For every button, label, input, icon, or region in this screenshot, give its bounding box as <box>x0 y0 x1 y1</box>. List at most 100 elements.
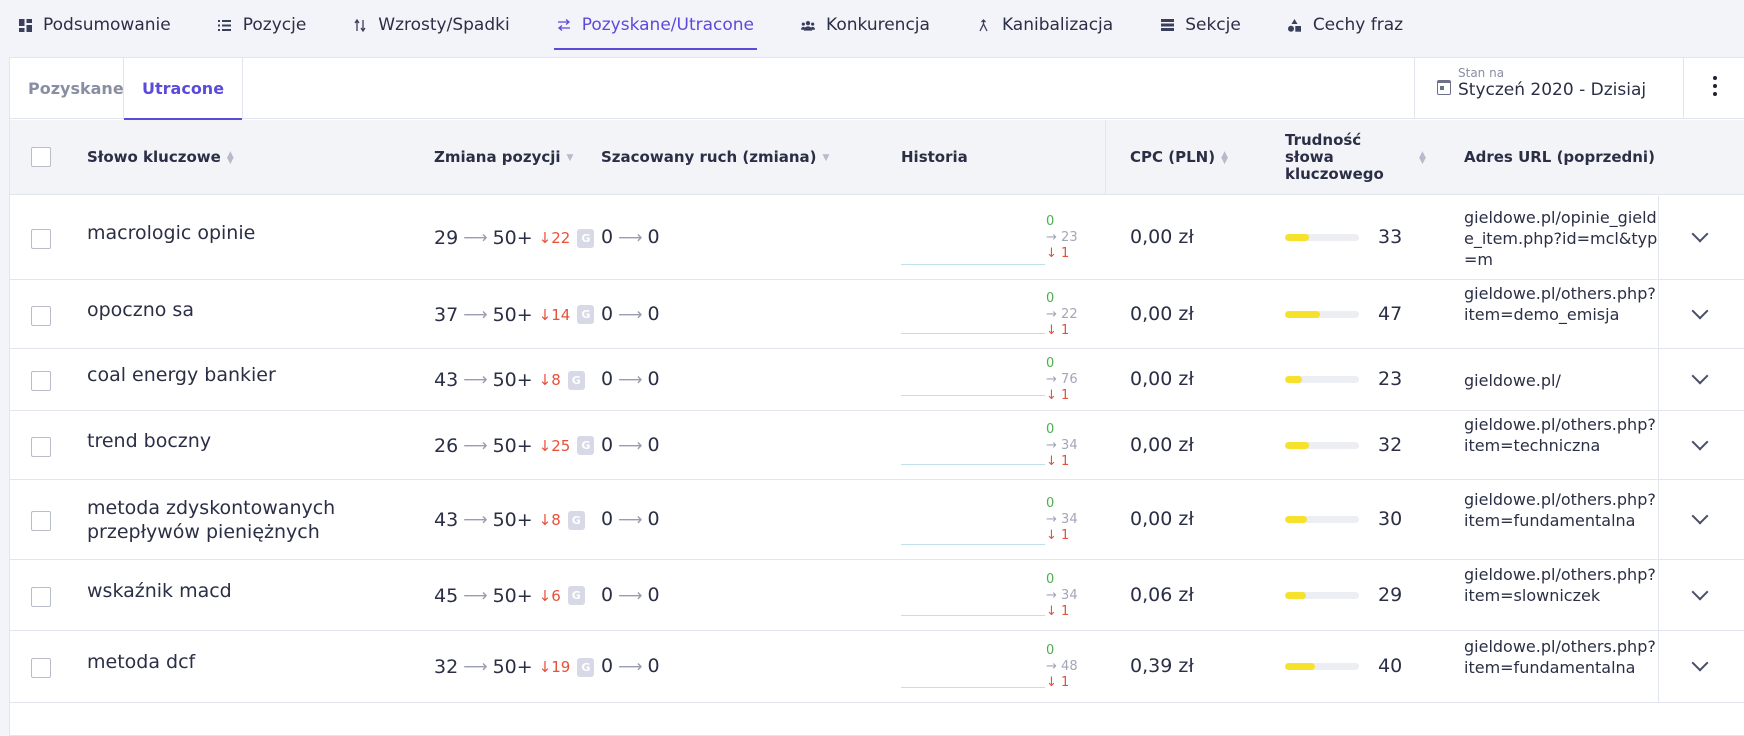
nav-tab-podsumowanie[interactable]: Podsumowanie <box>15 0 174 50</box>
previous-url[interactable]: gieldowe.pl/opinie_gielde_item.php?id=mc… <box>1464 207 1659 270</box>
nav-tab-konkurencja[interactable]: Konkurencja <box>798 0 933 50</box>
history-lost: ↓ 1 <box>1046 323 1078 339</box>
expand-cell[interactable] <box>1658 480 1744 559</box>
difficulty-bar <box>1285 234 1359 241</box>
history-lost: ↓ 1 <box>1046 675 1078 691</box>
row-checkbox[interactable] <box>31 511 51 531</box>
chevron-down-icon[interactable] <box>1691 302 1709 319</box>
chevron-down-icon[interactable] <box>1691 433 1709 450</box>
difficulty-bar <box>1285 441 1359 449</box>
table-row[interactable]: macrologic opinie 29 ⟶ 50+ ↓22 G 0 ⟶ 0 0 → 23 ↓ 1 0,… <box>10 196 1744 280</box>
nav-tab-label: Cechy fraz <box>1312 15 1404 35</box>
previous-url[interactable]: gieldowe.pl/others.php?item=fundamentaln… <box>1464 489 1659 552</box>
position-from: 43 <box>434 509 459 531</box>
position-change: 37 ⟶ 50+ ↓14 G <box>434 303 595 327</box>
history-lost-value: 1 <box>1061 675 1070 690</box>
google-badge-icon: G <box>567 586 585 605</box>
expand-cell[interactable] <box>1658 349 1744 410</box>
history-sparkline[interactable] <box>901 615 1045 616</box>
expand-cell[interactable] <box>1658 631 1744 702</box>
row-checkbox[interactable] <box>31 371 51 391</box>
column-header-keyword[interactable]: Słowo kluczowe ▲ ▼ <box>87 120 235 195</box>
table-row[interactable]: wskaźnik macd 45 ⟶ 50+ ↓6 G 0 ⟶ 0 0 → 34 ↓ 1 0,06 zł… <box>10 560 1744 631</box>
chevron-down-icon[interactable] <box>1691 654 1709 672</box>
arrow-right-small-icon: → <box>1046 659 1057 674</box>
history-sparkline[interactable] <box>901 395 1045 396</box>
nav-tab-sekcje[interactable]: Sekcje <box>1157 0 1244 50</box>
chevron-down-icon[interactable] <box>1691 225 1709 243</box>
column-header-traffic[interactable]: Szacowany ruch (zmiana) ▼ <box>601 120 831 195</box>
chevron-down-icon[interactable] <box>1691 583 1709 600</box>
select-all-checkbox[interactable] <box>31 147 51 167</box>
row-checkbox[interactable] <box>31 586 51 607</box>
cpc-value: 0,00 zł <box>1130 368 1194 390</box>
traffic-change: 0 ⟶ 0 <box>601 226 660 248</box>
subtab-bar: Pozyskane Utracone Stan na Styczeń 2020 … <box>10 58 1744 120</box>
nav-tab-pozyskane-utracone[interactable]: Pozyskane/Utracone <box>553 0 758 50</box>
previous-url[interactable]: gieldowe.pl/others.php?item=slowniczek <box>1464 564 1659 627</box>
expand-cell[interactable] <box>1658 411 1744 479</box>
previous-url[interactable]: gieldowe.pl/ <box>1464 370 1659 391</box>
nav-tab-wzrosty-spadki[interactable]: Wzrosty/Spadki <box>350 0 512 50</box>
previous-url[interactable]: gieldowe.pl/others.php?item=techniczna <box>1464 414 1659 477</box>
position-from: 26 <box>434 434 459 457</box>
history-stats: 0 → 76 ↓ 1 <box>1046 356 1078 404</box>
table-row[interactable]: opoczno sa 37 ⟶ 50+ ↓14 G 0 ⟶ 0 0 → 22 ↓ 1 0,00 zł 47… <box>10 280 1744 349</box>
row-checkbox[interactable] <box>31 436 51 457</box>
chevron-down-icon[interactable] <box>1691 367 1709 385</box>
arrow-down-icon: ↓ <box>538 229 552 247</box>
history-sparkline[interactable] <box>901 464 1045 465</box>
column-header-difficulty[interactable]: Trudność słowa kluczowego ▲ ▼ <box>1285 120 1435 195</box>
history-sparkline[interactable] <box>901 333 1045 334</box>
expand-cell[interactable] <box>1658 196 1744 279</box>
difficulty-bar-fill <box>1285 376 1303 383</box>
table-row[interactable]: trend boczny 26 ⟶ 50+ ↓25 G 0 ⟶ 0 0 → 34 ↓ 1 0,00 zł… <box>10 411 1744 480</box>
nav-tab-label: Wzrosty/Spadki <box>378 15 510 35</box>
cpc-value: 0,00 zł <box>1130 508 1194 530</box>
column-header-position-change[interactable]: Zmiana pozycji ▼ <box>434 120 575 195</box>
row-checkbox[interactable] <box>31 229 51 249</box>
previous-url[interactable]: gieldowe.pl/others.php?item=demo_emisja <box>1464 283 1659 346</box>
keyword-text: wskaźnik macd <box>87 579 232 602</box>
arrow-down-small-icon: ↓ <box>1046 322 1057 338</box>
position-from: 29 <box>434 227 459 249</box>
expand-cell[interactable] <box>1658 560 1744 630</box>
history-sparkline[interactable] <box>901 687 1045 688</box>
subtab-pozyskane[interactable]: Pozyskane <box>10 58 142 119</box>
google-badge-icon: G <box>567 370 585 390</box>
row-checkbox[interactable] <box>31 305 51 326</box>
nav-tab-cechy-fraz[interactable]: Cechy fraz <box>1285 0 1406 50</box>
column-header-cpc[interactable]: CPC (PLN) ▲ ▼ <box>1130 120 1229 195</box>
delta-value: 6 <box>551 586 561 605</box>
arrow-down-small-icon: ↓ <box>1046 246 1057 261</box>
cpc-value: 0,06 zł <box>1130 583 1194 606</box>
date-range-picker[interactable]: Stan na Styczeń 2020 - Dzisiaj <box>1414 58 1684 119</box>
previous-url[interactable]: gieldowe.pl/others.php?item=fundamentaln… <box>1464 636 1659 699</box>
arrow-right-small-icon: → <box>1046 512 1057 527</box>
history-gained: 0 <box>1046 643 1055 658</box>
table-row[interactable]: coal energy bankier 43 ⟶ 50+ ↓8 G 0 ⟶ 0 0 → 76 ↓ 10… <box>10 349 1744 411</box>
history-sparkline[interactable] <box>901 544 1045 545</box>
column-header-label: Słowo kluczowe <box>87 148 221 166</box>
difficulty-bar-fill <box>1285 663 1315 670</box>
nav-tab-pozycje[interactable]: Pozycje <box>215 0 310 50</box>
table-row[interactable]: metoda zdyskontowanych przepływów pienię… <box>10 480 1744 560</box>
history-stats: 0 → 34 ↓ 1 <box>1046 422 1078 470</box>
row-checkbox[interactable] <box>31 658 51 678</box>
chevron-down-icon[interactable] <box>1691 507 1709 525</box>
subtab-utracone[interactable]: Utracone <box>123 58 244 120</box>
more-options-icon[interactable] <box>1710 76 1720 100</box>
table-row[interactable]: metoda dcf 32 ⟶ 50+ ↓19 G 0 ⟶ 0 0 → 48 ↓ 1 0,39 zł 40… <box>10 631 1744 703</box>
traffic-to: 0 <box>647 368 660 390</box>
history-lost-value: 1 <box>1061 388 1070 403</box>
history-sparkline[interactable] <box>901 264 1045 265</box>
arrow-down-icon: ↓ <box>538 371 552 389</box>
arrow-right-icon: ⟶ <box>618 585 643 606</box>
difficulty-value: 47 <box>1378 302 1403 325</box>
expand-cell[interactable] <box>1658 280 1744 348</box>
history-unchanged-value: 22 <box>1061 306 1078 322</box>
nav-tab-kanibalizacja[interactable]: Kanibalizacja <box>974 0 1116 50</box>
sort-icon: ▲ ▼ <box>226 149 234 166</box>
difficulty-bar <box>1285 516 1359 523</box>
history-stats: 0 → 23 ↓ 1 <box>1046 214 1078 262</box>
